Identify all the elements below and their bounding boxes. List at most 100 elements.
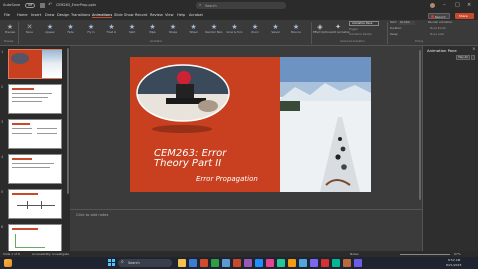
taskbar-app-icon[interactable] (321, 259, 329, 267)
taskbar-search[interactable]: ⌕ Search (118, 259, 172, 267)
undo-icon[interactable]: ↶ (48, 2, 52, 8)
thumbs-scrollbar[interactable] (67, 48, 69, 194)
start-label: Start: (390, 21, 398, 24)
animation-shape[interactable]: ★ Shape (164, 23, 183, 36)
dogsled-photo (280, 57, 371, 192)
zoom-level[interactable]: 67% (454, 252, 461, 256)
share-button[interactable]: Share (455, 13, 474, 19)
taskbar-app-icon[interactable] (244, 259, 252, 267)
thumbnail-slide-2[interactable] (8, 84, 62, 114)
animation-label: Wheel (189, 31, 198, 34)
thumbnail-slide-4[interactable] (8, 154, 62, 184)
zoom-slider[interactable] (400, 253, 450, 255)
maximize-icon[interactable]: □ (455, 2, 460, 8)
taskbar-app-icon[interactable] (200, 259, 208, 267)
preview-button[interactable]: ★ Preview (3, 23, 17, 36)
taskbar-app-icon[interactable] (178, 259, 186, 267)
animation-label: Grow & Turn (226, 31, 243, 34)
group-advanced-label: Advanced Animation (340, 40, 365, 43)
taskbar-app-icon[interactable] (332, 259, 340, 267)
animation-zoom[interactable]: ★ Zoom (246, 23, 265, 36)
taskbar-app-icon[interactable] (343, 259, 351, 267)
editor-scrollbar[interactable] (419, 50, 421, 200)
add-animation-button[interactable]: ✦ Add Animation (331, 23, 350, 36)
thumb-image (42, 50, 62, 78)
trigger-button[interactable]: Trigger (349, 28, 358, 31)
taskbar-app-icon[interactable] (288, 259, 296, 267)
thumbnail-slide-3[interactable] (8, 119, 62, 149)
menu-slide-show[interactable]: Slide Show (114, 13, 134, 17)
animation-label: None (26, 31, 33, 34)
animation-appear[interactable]: ★ Appear (41, 23, 60, 36)
thumb-plot (15, 247, 45, 248)
taskbar-app-icon[interactable] (266, 259, 274, 267)
search-box[interactable]: ⌕ Search (196, 2, 286, 9)
animation-gallery: ✕ None ★ Appear ★ Fade ★ Fly In ★ Float In ★ Split ★… (20, 20, 310, 40)
animation-label: Bounce (291, 31, 301, 34)
autosave-toggle[interactable]: Off (25, 3, 35, 8)
animation-grow-turn[interactable]: ★ Grow & Turn (225, 23, 244, 36)
thumbnail-slide-5[interactable] (8, 189, 62, 219)
clock-time[interactable]: 8:52 AM (448, 258, 460, 262)
animation-float-in[interactable]: ★ Float In (102, 23, 121, 36)
menu-home[interactable]: Home (17, 13, 28, 17)
minimize-icon[interactable]: – (443, 2, 446, 8)
animation-split[interactable]: ★ Split (123, 23, 142, 36)
animation-swivel[interactable]: ★ Swivel (266, 23, 285, 36)
menu-help[interactable]: Help (177, 13, 185, 17)
menu-insert[interactable]: Insert (31, 13, 41, 17)
taskbar-app-icon[interactable] (189, 259, 197, 267)
taskbar-app-icon[interactable] (299, 259, 307, 267)
taskbar-app-icon[interactable] (310, 259, 318, 267)
weather-icon[interactable] (4, 259, 12, 267)
menu-file[interactable]: File (4, 13, 10, 17)
menu-view[interactable]: View (165, 13, 174, 17)
accessibility-status[interactable]: Accessibility: Investigate (32, 252, 69, 256)
clock-date[interactable]: 8/21/2023 (446, 263, 461, 267)
thumb-text (37, 133, 57, 134)
close-icon[interactable]: × (472, 47, 476, 52)
animation-painter-button[interactable]: Animation Painter (349, 33, 372, 36)
taskbar-app-icon[interactable] (211, 259, 219, 267)
thumbnail-slide-6[interactable] (8, 224, 62, 254)
animation-fade[interactable]: ★ Fade (61, 23, 80, 36)
animation-bounce[interactable]: ★ Bounce (287, 23, 306, 36)
windows-start-icon[interactable] (108, 259, 115, 266)
save-icon[interactable] (40, 3, 45, 8)
taskbar-app-icon[interactable] (233, 259, 241, 267)
menu-draw[interactable]: Draw (45, 13, 54, 17)
close-icon[interactable]: × (467, 2, 471, 8)
animation-label: Fly In (87, 31, 95, 34)
notes-placeholder[interactable]: Click to add notes (76, 213, 108, 217)
taskbar-app-icon[interactable] (255, 259, 263, 267)
thumbnail-slide-1[interactable] (8, 49, 62, 79)
animation-wheel[interactable]: ★ Wheel (184, 23, 203, 36)
move-later-button[interactable]: Move Later (430, 33, 445, 36)
record-button[interactable]: Record (428, 13, 450, 19)
animation-wipe[interactable]: ★ Wipe (143, 23, 162, 36)
play-all-button[interactable]: Play All (456, 55, 470, 60)
avatar[interactable] (430, 3, 435, 8)
start-select[interactable]: On Click (399, 21, 415, 25)
menu-transitions[interactable]: Transitions (71, 13, 90, 17)
animation-none[interactable]: ✕ None (20, 23, 39, 36)
notes-toggle[interactable]: Notes (350, 252, 359, 256)
menu-review[interactable]: Review (150, 13, 163, 17)
thumb-number: 6 (1, 225, 4, 229)
taskbar-app-icon[interactable] (354, 259, 362, 267)
taskbar-app-icon[interactable] (277, 259, 285, 267)
animation-fly-in[interactable]: ★ Fly In (82, 23, 101, 36)
thumb-title (12, 193, 38, 195)
animation-random-bars[interactable]: ★ Random Bars (205, 23, 224, 36)
menu-animations[interactable]: Animations (92, 13, 113, 18)
menu-acrobat[interactable]: Acrobat (189, 13, 203, 17)
menu-record[interactable]: Record (135, 13, 147, 17)
effect-options-button[interactable]: ◈ Effect Options (313, 23, 331, 36)
slide-canvas[interactable]: CEM263: Error Theory Part II Error Propa… (130, 57, 371, 192)
menu-design[interactable]: Design (57, 13, 69, 17)
move-earlier-button[interactable]: Move Earlier (430, 27, 446, 30)
taskbar-app-icon[interactable] (222, 259, 230, 267)
divider (18, 22, 19, 44)
animation-pane-toggle[interactable]: Animation Pane (349, 21, 379, 26)
move-up-icon[interactable] (471, 55, 475, 60)
